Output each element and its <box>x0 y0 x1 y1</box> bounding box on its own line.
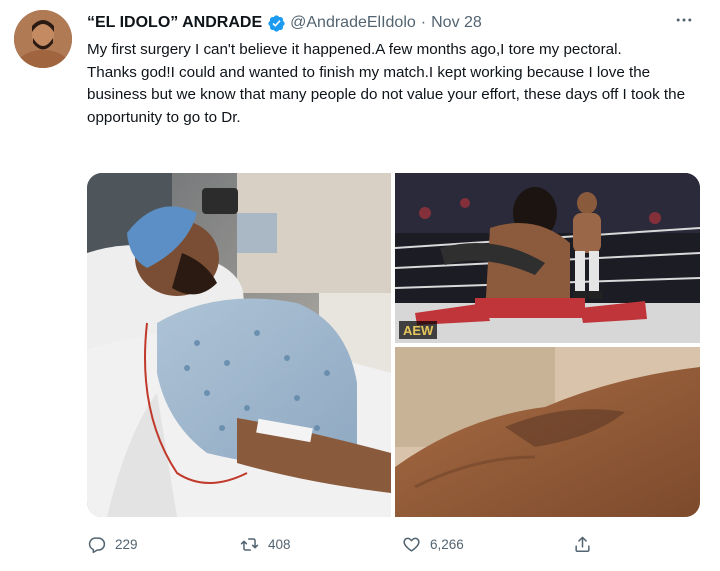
wrestling-image: AEW <box>395 173 700 343</box>
author-name[interactable]: “EL IDOLO” ANDRADE <box>87 14 262 32</box>
retweet-button[interactable]: 408 <box>240 535 291 554</box>
tweet-text: My first surgery I can't believe it happ… <box>87 39 707 129</box>
action-bar: 229 408 6,266 <box>87 535 607 557</box>
hospital-bed-image <box>87 173 391 517</box>
separator-dot: · <box>420 14 427 31</box>
verified-badge-icon <box>268 14 285 32</box>
retweet-icon <box>240 538 259 551</box>
photo-wrestling-match[interactable]: AEW <box>395 173 700 343</box>
tweet-date[interactable]: Nov 28 <box>431 14 482 32</box>
reply-count: 229 <box>115 537 138 552</box>
more-button[interactable] <box>672 10 696 30</box>
media-grid: AEW <box>87 173 700 517</box>
avatar[interactable] <box>14 10 72 68</box>
tweet-header: “EL IDOLO” ANDRADE @AndradeElIdolo · Nov… <box>87 12 482 34</box>
tweet-paragraph: My first surgery I can't believe it happ… <box>87 41 622 58</box>
like-count: 6,266 <box>430 537 464 552</box>
author-handle[interactable]: @AndradeElIdolo <box>290 14 416 32</box>
reply-button[interactable]: 229 <box>87 535 138 554</box>
reply-icon <box>88 537 106 554</box>
more-icon <box>676 18 692 22</box>
photo-arm-bruise[interactable] <box>395 347 700 517</box>
like-button[interactable]: 6,266 <box>402 535 464 554</box>
arm-image <box>395 347 700 517</box>
retweet-count: 408 <box>268 537 291 552</box>
like-icon <box>403 537 420 552</box>
photo-hospital-bed[interactable] <box>87 173 391 517</box>
avatar-image <box>14 10 72 68</box>
aew-logo: AEW <box>403 323 434 338</box>
share-button[interactable] <box>573 535 601 554</box>
share-icon <box>575 536 590 552</box>
tweet-paragraph: Thanks god!I could and wanted to finish … <box>87 63 686 126</box>
